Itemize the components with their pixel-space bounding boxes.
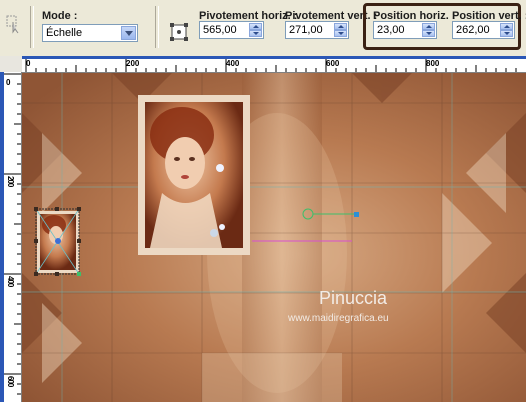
ruler-tick-label: 200 xyxy=(6,176,15,187)
canvas-artwork xyxy=(22,73,526,402)
ruler-tick-label: 0 xyxy=(6,78,11,87)
position-horizontal-value: 23,00 xyxy=(377,24,405,36)
pivot-point-icon[interactable] xyxy=(169,22,189,42)
watermark-site: www.maidiregrafica.eu xyxy=(288,313,389,324)
spinner-icon[interactable] xyxy=(422,23,435,37)
pivot-horizontal-value: 565,00 xyxy=(203,24,237,36)
pivot-horizontal-input[interactable]: 565,00 xyxy=(199,21,264,39)
tool-options-bar: Mode : Échelle Pivotement horiz. : 565,0… xyxy=(0,0,526,57)
ruler-corner xyxy=(0,56,22,72)
pivot-vertical-value: 271,00 xyxy=(289,24,323,36)
ruler-tick-label: 200 xyxy=(126,59,140,68)
ruler-tick-label: 600 xyxy=(6,376,15,387)
move-tool-icon[interactable] xyxy=(6,14,20,34)
ruler-tick-label: 400 xyxy=(6,276,15,287)
mode-value: Échelle xyxy=(46,27,83,39)
ruler-ticks xyxy=(4,73,21,395)
ruler-tick-label: 800 xyxy=(426,59,440,68)
position-vertical-value: 262,00 xyxy=(456,24,490,36)
separator xyxy=(155,6,159,48)
ruler-tick-label: 600 xyxy=(326,59,340,68)
chevron-down-icon[interactable] xyxy=(121,26,136,40)
mode-dropdown[interactable]: Échelle xyxy=(42,24,138,42)
position-vertical-input[interactable]: 262,00 xyxy=(452,21,515,39)
watermark-name: Pinuccia xyxy=(319,288,388,308)
spinner-icon[interactable] xyxy=(334,23,347,37)
pivot-vertical-input[interactable]: 271,00 xyxy=(285,21,349,39)
mode-label: Mode : xyxy=(42,10,78,22)
position-horizontal-input[interactable]: 23,00 xyxy=(373,21,437,39)
vertical-ruler[interactable]: 0 200 400 600 xyxy=(4,72,22,402)
ruler-ticks xyxy=(25,59,517,72)
ruler-tick-label: 400 xyxy=(226,59,240,68)
separator xyxy=(30,6,34,48)
horizontal-ruler[interactable]: 0 200 400 600 800 xyxy=(22,59,526,73)
spinner-icon[interactable] xyxy=(249,23,262,37)
ruler-tick-label: 0 xyxy=(26,59,31,68)
spinner-icon[interactable] xyxy=(500,23,513,37)
image-canvas[interactable]: Pinuccia www.maidiregrafica.eu xyxy=(22,73,526,402)
